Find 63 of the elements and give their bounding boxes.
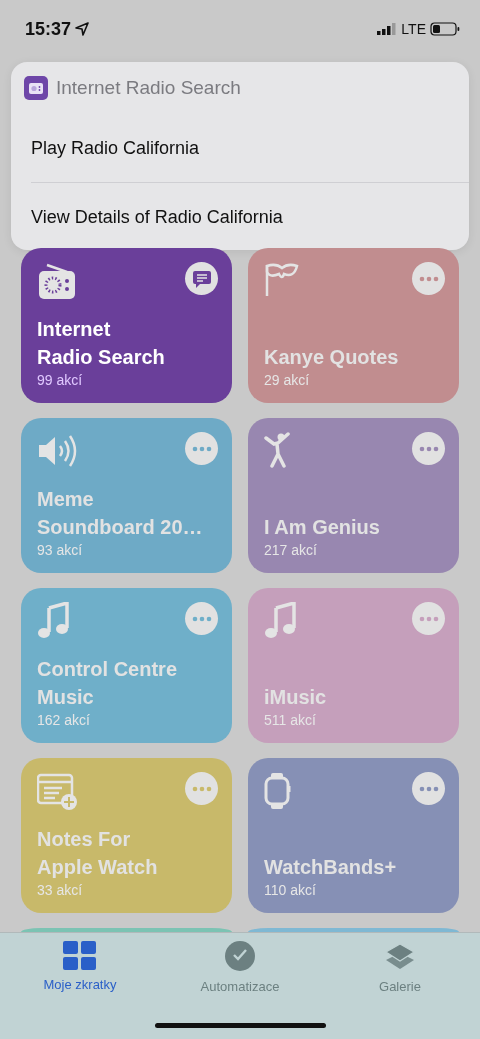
action-count: 217 akcí: [264, 541, 318, 559]
music-note-icon: [37, 602, 71, 640]
ellipsis-icon: [191, 445, 212, 452]
menu-item[interactable]: View Details of Radio California: [11, 183, 469, 251]
action-count: 110 akcí: [264, 881, 317, 899]
more-button[interactable]: [185, 772, 218, 805]
ellipsis-icon: [418, 785, 439, 792]
clock-check-icon: [224, 941, 256, 973]
smartwatch-icon: [264, 772, 292, 810]
shortcut-card[interactable]: [248, 928, 459, 932]
shortcut-title: Internet Radio Search: [37, 317, 166, 370]
shortcut-card[interactable]: I Am Genius 217 akcí: [248, 418, 459, 573]
shortcut-title: I Am Genius: [264, 515, 381, 540]
shortcut-title: Meme Soundboard 20…: [37, 487, 204, 540]
grid-icon: [63, 941, 97, 971]
tab[interactable]: Moje zkratky: [15, 941, 145, 1001]
action-count: 93 akcí: [37, 541, 84, 559]
ellipsis-icon: [191, 785, 212, 792]
battery-icon: [430, 22, 460, 36]
run-shortcut-button[interactable]: [185, 262, 218, 295]
more-button[interactable]: [185, 432, 218, 465]
shortcut-card[interactable]: Notes For Apple Watch 33 akcí: [21, 758, 232, 913]
clock-time: 15:37: [25, 17, 72, 41]
tab[interactable]: Galerie: [335, 941, 465, 1001]
ellipsis-icon: [191, 615, 212, 622]
menu-item[interactable]: Play Radio California: [11, 114, 469, 182]
radio-icon: [37, 262, 77, 300]
shortcut-card[interactable]: WatchBands+ 110 akcí: [248, 758, 459, 913]
shortcut-card[interactable]: Kanye Quotes 29 akcí: [248, 248, 459, 403]
action-count: 511 akcí: [264, 711, 317, 729]
chat-bubble-icon: [191, 268, 212, 289]
shortcut-card[interactable]: Control Centre Music 162 akcí: [21, 588, 232, 743]
ellipsis-icon: [418, 445, 439, 452]
more-button[interactable]: [412, 262, 445, 295]
more-button[interactable]: [412, 432, 445, 465]
shortcut-title: Control Centre Music: [37, 657, 178, 710]
more-button[interactable]: [185, 602, 218, 635]
menu-title: Internet Radio Search: [56, 75, 241, 100]
location-arrow-icon: [75, 22, 90, 36]
more-button[interactable]: [412, 772, 445, 805]
ellipsis-icon: [418, 615, 439, 622]
tab[interactable]: Automatizace: [175, 941, 305, 1001]
shortcut-title: iMusic: [264, 685, 328, 710]
ellipsis-icon: [418, 275, 439, 282]
action-count: 33 akcí: [37, 881, 84, 899]
signal-icon: [377, 23, 398, 35]
action-count: 99 akcí: [37, 371, 84, 389]
dancing-figure-icon: [264, 432, 292, 470]
shortcut-card[interactable]: iMusic 511 akcí: [248, 588, 459, 743]
network-label: LTE: [401, 19, 426, 39]
shortcut-card[interactable]: [21, 928, 232, 932]
music-note-icon: [264, 602, 298, 640]
shortcut-card[interactable]: Meme Soundboard 20… 93 akcí: [21, 418, 232, 573]
more-button[interactable]: [412, 602, 445, 635]
action-count: 29 akcí: [264, 371, 311, 389]
mask-flag-icon: [264, 262, 300, 298]
radio-app-icon: [24, 76, 48, 100]
shortcut-title: Notes For Apple Watch: [37, 827, 159, 880]
shortcut-title: WatchBands+: [264, 855, 398, 880]
shortcut-title: Kanye Quotes: [264, 345, 400, 370]
action-count: 162 akcí: [37, 711, 91, 729]
note-add-icon: [37, 772, 78, 811]
shortcut-card[interactable]: Internet Radio Search 99 akcí: [21, 248, 232, 403]
